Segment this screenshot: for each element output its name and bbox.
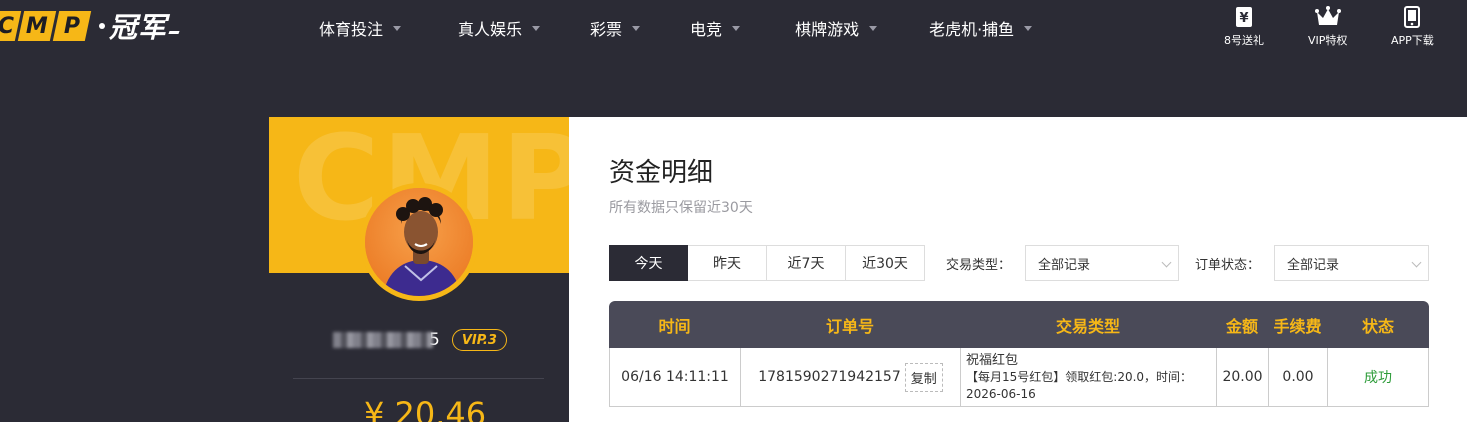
chevron-down-icon xyxy=(1024,26,1033,31)
cell-fee: 0.00 xyxy=(1269,348,1328,406)
column-header-amount: 金额 xyxy=(1225,316,1258,336)
column-header-fee: 手续费 xyxy=(1273,316,1322,336)
table-row: 06/16 14:11:11 1781590271942157 复制 祝福红包 … xyxy=(609,348,1429,407)
quick-link-label: VIP特权 xyxy=(1308,34,1348,47)
svg-text:¥: ¥ xyxy=(1239,11,1248,26)
logo-letter-p: P xyxy=(52,11,92,41)
main-nav: 体育投注 真人娱乐 彩票 电竞 棋牌游戏 老虎机·捕鱼 xyxy=(300,0,1033,55)
table-header: 时间 订单号 交易类型 金额 手续费 状态 xyxy=(609,301,1429,348)
gift-voucher-icon: ¥ xyxy=(1236,7,1252,27)
logo-letter-m: M xyxy=(17,11,57,41)
vip-badge[interactable]: VIP.3 xyxy=(451,329,507,351)
nav-item-live-casino[interactable]: 真人娱乐 xyxy=(458,16,541,40)
chevron-down-icon xyxy=(1411,257,1422,268)
profile-card: CMP 5 VIP.3 ¥ 20.46 xyxy=(269,117,569,422)
fund-details-panel: 资金明细 所有数据只保留近30天 今天 昨天 近7天 近30天 交易类型： 全部… xyxy=(569,117,1467,422)
nav-item-label: 老虎机·捕鱼 xyxy=(929,19,1015,39)
date-range-tabs: 今天 昨天 近7天 近30天 xyxy=(609,245,925,281)
quick-link-gift[interactable]: ¥ 8号送礼 xyxy=(1224,6,1264,48)
order-status-select[interactable]: 全部记录 xyxy=(1274,245,1429,281)
transaction-type-label: 交易类型： xyxy=(946,257,1012,273)
avatar[interactable] xyxy=(360,183,478,301)
cell-status: 成功 xyxy=(1364,370,1392,386)
quick-link-label: APP下载 xyxy=(1391,34,1434,47)
copy-button[interactable]: 复制 xyxy=(904,362,943,392)
site-logo[interactable]: C M P 冠军 xyxy=(0,8,180,44)
nav-item-label: 彩票 xyxy=(590,19,623,39)
order-number: 1781590271942157 xyxy=(758,369,901,385)
nav-item-slots-fishing[interactable]: 老虎机·捕鱼 xyxy=(929,16,1033,40)
chevron-down-icon xyxy=(1161,257,1172,268)
logo-dash xyxy=(168,30,180,34)
avatar-image xyxy=(365,188,473,296)
cell-transaction-type: 祝福红包 【每月15号红包】领取红包:20.0，时间： 2026-06-16 xyxy=(961,348,1217,406)
quick-link-vip[interactable]: VIP特权 xyxy=(1308,6,1347,48)
column-header-order-no: 订单号 xyxy=(825,316,874,336)
quick-link-label: 8号送礼 xyxy=(1224,34,1264,47)
username: 5 VIP.3 xyxy=(333,329,507,351)
mobile-phone-icon xyxy=(1404,6,1421,28)
nav-item-esports[interactable]: 电竞 xyxy=(690,16,741,40)
chevron-down-icon xyxy=(532,26,541,31)
chevron-down-icon xyxy=(632,26,641,31)
nav-item-label: 棋牌游戏 xyxy=(795,19,860,39)
chevron-down-icon xyxy=(732,26,741,31)
chevron-down-icon xyxy=(393,26,402,31)
user-portrait-icon xyxy=(365,188,473,296)
nav-item-lottery[interactable]: 彩票 xyxy=(590,16,641,40)
tab-yesterday[interactable]: 昨天 xyxy=(688,245,767,281)
order-status-value: 全部记录 xyxy=(1287,257,1340,273)
tab-last-7-days[interactable]: 近7天 xyxy=(767,245,846,281)
order-status-label: 订单状态： xyxy=(1195,257,1261,273)
top-navigation-bar: C M P 冠军 体育投注 真人娱乐 彩票 电竞 棋牌游戏 老虎机·捕鱼 ¥ 8… xyxy=(0,0,1467,55)
nav-item-label: 电竞 xyxy=(690,19,723,39)
quick-link-app[interactable]: APP下载 xyxy=(1391,6,1434,48)
tab-last-30-days[interactable]: 近30天 xyxy=(846,245,925,281)
column-header-transaction-type: 交易类型 xyxy=(1055,316,1120,336)
nav-item-label: 真人娱乐 xyxy=(458,19,523,39)
nav-item-chess-cards[interactable]: 棋牌游戏 xyxy=(795,16,878,40)
column-header-status: 状态 xyxy=(1361,316,1394,336)
transaction-type-date: 2026-06-16 xyxy=(966,386,1036,401)
cell-amount: 20.00 xyxy=(1217,348,1269,406)
tab-today[interactable]: 今天 xyxy=(609,245,688,281)
nav-item-label: 体育投注 xyxy=(319,19,384,39)
transactions-table: 时间 订单号 交易类型 金额 手续费 状态 06/16 14:11:11 178… xyxy=(609,301,1429,407)
logo-cn-name: 冠军 xyxy=(109,11,168,44)
transaction-type-value: 全部记录 xyxy=(1038,257,1091,273)
logo-dot xyxy=(99,23,105,29)
cell-time: 06/16 14:11:11 xyxy=(610,348,741,406)
cell-order-no: 1781590271942157 复制 xyxy=(741,348,961,406)
page-subtitle: 所有数据只保留近30天 xyxy=(609,200,753,216)
account-balance: ¥ 20.46 xyxy=(364,395,487,422)
transaction-type-select[interactable]: 全部记录 xyxy=(1025,245,1179,281)
column-header-time: 时间 xyxy=(658,316,691,336)
transaction-type-title: 祝福红包 xyxy=(966,352,1019,368)
chevron-down-icon xyxy=(869,26,878,31)
crown-icon xyxy=(1314,6,1341,25)
nav-item-sports[interactable]: 体育投注 xyxy=(319,16,402,40)
username-masked xyxy=(333,332,433,348)
transaction-type-detail: 【每月15号红包】领取红包:20.0，时间： xyxy=(966,369,1193,384)
page-title: 资金明细 xyxy=(609,158,714,188)
profile-divider xyxy=(293,378,544,379)
